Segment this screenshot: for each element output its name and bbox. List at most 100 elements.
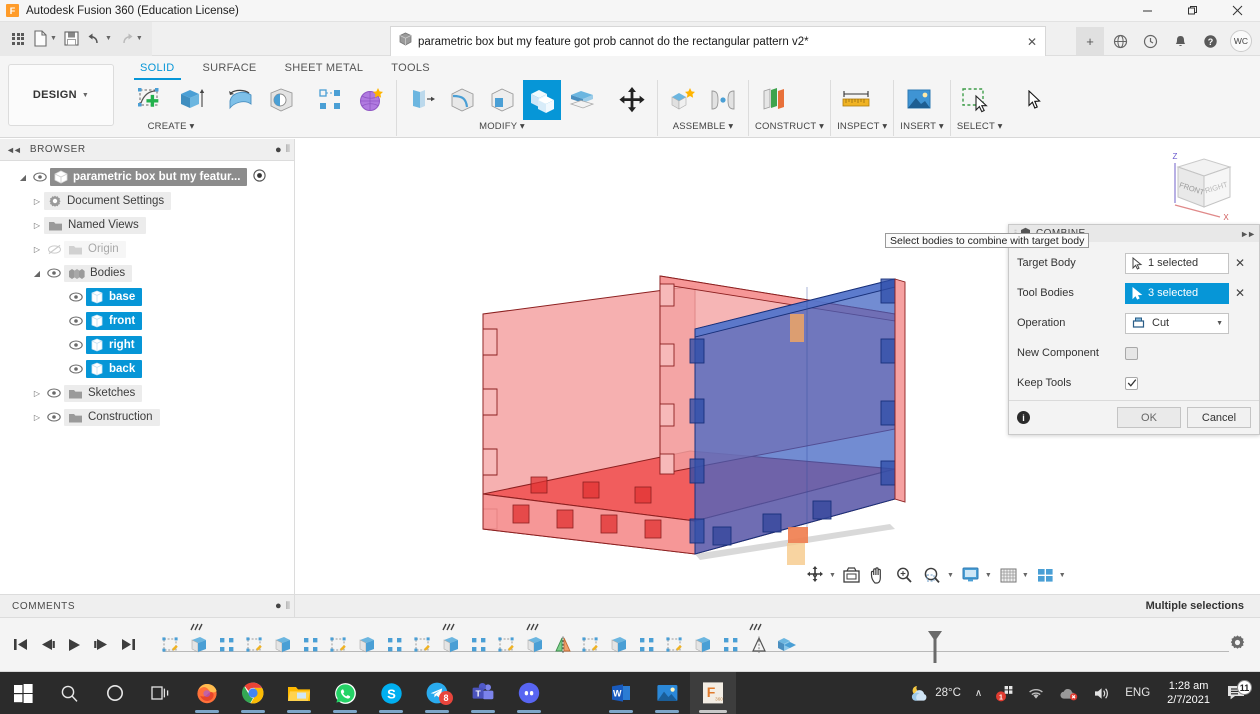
tree-node-origin[interactable]: ▷ Origin <box>0 237 294 261</box>
activate-component-icon[interactable] <box>253 169 267 185</box>
visibility-eye-icon[interactable] <box>30 172 50 182</box>
visibility-eye-off-icon[interactable] <box>44 244 64 255</box>
timeline-feature-pattern[interactable] <box>633 630 661 660</box>
onedrive-error-icon[interactable] <box>1052 672 1086 714</box>
timeline-settings-gear-icon[interactable] <box>1229 634 1246 656</box>
hole-icon[interactable] <box>262 80 300 120</box>
timeline-feature-extrude[interactable] <box>353 630 381 660</box>
visibility-eye-icon[interactable] <box>66 292 86 302</box>
telegram-icon[interactable]: 8 <box>414 672 460 714</box>
chrome-icon[interactable] <box>230 672 276 714</box>
comments-add-icon[interactable]: ● <box>275 600 282 612</box>
timeline-feature-extrude[interactable] <box>437 623 465 660</box>
tab-surface[interactable]: SURFACE <box>189 58 271 80</box>
fit-icon[interactable] <box>922 566 943 585</box>
tab-sheet-metal[interactable]: SHEET METAL <box>271 58 378 80</box>
tab-solid[interactable]: SOLID <box>126 58 189 80</box>
clock-history-icon[interactable] <box>1136 27 1164 55</box>
tree-node-named-views[interactable]: ▷ Named Views <box>0 213 294 237</box>
clear-tool-bodies-icon[interactable]: ✕ <box>1229 286 1251 300</box>
pattern-icon[interactable] <box>312 80 350 120</box>
insert-panel-label[interactable]: INSERT ▾ <box>900 121 944 132</box>
timeline-feature-sketch[interactable] <box>241 630 269 660</box>
expand-twist-icon[interactable]: ▷ <box>30 197 44 206</box>
chevron-down-icon[interactable]: ▼ <box>985 572 992 579</box>
tray-app-icon[interactable]: 1 <box>989 672 1020 714</box>
document-tab[interactable]: parametric box but my feature got prob c… <box>390 26 1046 56</box>
create-sketch-icon[interactable] <box>132 80 170 120</box>
timeline-jump-end-button[interactable] <box>120 637 137 652</box>
maximize-button[interactable] <box>1170 0 1215 22</box>
discord-icon[interactable] <box>506 672 552 714</box>
action-center-icon[interactable]: 11 <box>1220 680 1256 702</box>
view-cube[interactable]: FRONT RIGHT Z X <box>1160 147 1240 223</box>
close-button[interactable] <box>1215 0 1260 22</box>
word-icon[interactable]: W <box>598 672 644 714</box>
tool-bodies-selector[interactable]: 3 selected <box>1125 282 1229 304</box>
tree-node-right[interactable]: right <box>0 333 294 357</box>
tree-body-label[interactable]: right <box>86 336 142 354</box>
user-avatar[interactable]: WC <box>1230 30 1252 52</box>
assemble-panel-label[interactable]: ASSEMBLE ▾ <box>664 121 742 132</box>
chevron-down-icon[interactable]: ▼ <box>829 572 836 579</box>
shell-icon[interactable] <box>483 80 521 120</box>
weather-widget[interactable]: 28°C <box>901 672 968 714</box>
joint-icon[interactable] <box>704 80 742 120</box>
whatsapp-icon[interactable] <box>322 672 368 714</box>
visibility-eye-icon[interactable] <box>44 388 64 398</box>
timeline-feature-combine[interactable] <box>773 630 801 660</box>
timeline-step-forward-button[interactable] <box>93 637 110 652</box>
tree-item-label[interactable]: Sketches <box>64 384 143 402</box>
new-component-checkbox[interactable] <box>1125 346 1138 360</box>
select-panel-label[interactable]: SELECT ▾ <box>957 121 1003 132</box>
timeline-play-button[interactable] <box>66 637 83 653</box>
browser-options-icon[interactable]: ● <box>275 144 282 156</box>
tree-item-label[interactable]: Named Views <box>44 216 146 234</box>
new-document-icon[interactable]: ▼ <box>30 26 60 52</box>
fillet-icon[interactable] <box>443 80 481 120</box>
revolve-surface-icon[interactable] <box>222 80 260 120</box>
construct-panel-label[interactable]: CONSTRUCT ▾ <box>755 121 824 132</box>
chevron-down-icon[interactable]: ▼ <box>1022 572 1029 579</box>
search-icon[interactable] <box>46 672 92 714</box>
timeline-feature-pattern[interactable] <box>717 630 745 660</box>
clear-target-body-icon[interactable]: ✕ <box>1229 256 1251 270</box>
workspace-selector[interactable]: DESIGN ▼ <box>8 64 114 126</box>
visibility-eye-icon[interactable] <box>44 412 64 422</box>
inspect-panel-label[interactable]: INSPECT ▾ <box>837 121 887 132</box>
timeline-feature-extrude[interactable] <box>605 630 633 660</box>
timeline-feature-mirror[interactable] <box>745 623 773 660</box>
browser-resize-grip[interactable]: ⦀ <box>286 144 290 155</box>
move-copy-icon[interactable] <box>613 80 651 120</box>
timeline-feature-sketch[interactable] <box>409 630 437 660</box>
help-icon[interactable]: ? <box>1196 27 1224 55</box>
tree-node-document-settings[interactable]: ▷ Document Settings <box>0 189 294 213</box>
timeline-step-back-button[interactable] <box>39 637 56 652</box>
expand-twist-icon[interactable]: ▷ <box>30 221 44 230</box>
timeline-feature-pattern[interactable] <box>297 630 325 660</box>
photos-icon[interactable] <box>644 672 690 714</box>
combine-icon[interactable] <box>523 80 561 120</box>
notification-bell-icon[interactable] <box>1166 27 1194 55</box>
teams-icon[interactable]: T <box>460 672 506 714</box>
file-explorer-icon[interactable] <box>276 672 322 714</box>
measure-icon[interactable] <box>837 80 875 120</box>
tree-body-label[interactable]: front <box>86 312 143 330</box>
timeline-feature-sketch[interactable] <box>577 630 605 660</box>
tree-item-label[interactable]: Document Settings <box>44 192 172 210</box>
visibility-eye-icon[interactable] <box>66 364 86 374</box>
timeline-track[interactable] <box>157 623 1229 663</box>
tree-body-label[interactable]: back <box>86 360 143 378</box>
tree-item-label[interactable]: Bodies <box>64 264 133 282</box>
firefox-icon[interactable] <box>184 672 230 714</box>
cancel-button[interactable]: Cancel <box>1187 407 1251 428</box>
chevron-down-icon[interactable]: ▼ <box>947 572 954 579</box>
chevron-down-icon[interactable]: ▼ <box>1059 572 1066 579</box>
redo-icon[interactable]: ▼ <box>115 26 146 52</box>
document-tab-close-icon[interactable]: ✕ <box>1027 35 1037 49</box>
select-icon[interactable] <box>957 80 995 120</box>
timeline-feature-extrude[interactable] <box>269 630 297 660</box>
target-body-selector[interactable]: 1 selected <box>1125 252 1229 274</box>
expand-twist-icon[interactable]: ▷ <box>30 245 44 254</box>
timeline-feature-pattern[interactable] <box>381 630 409 660</box>
